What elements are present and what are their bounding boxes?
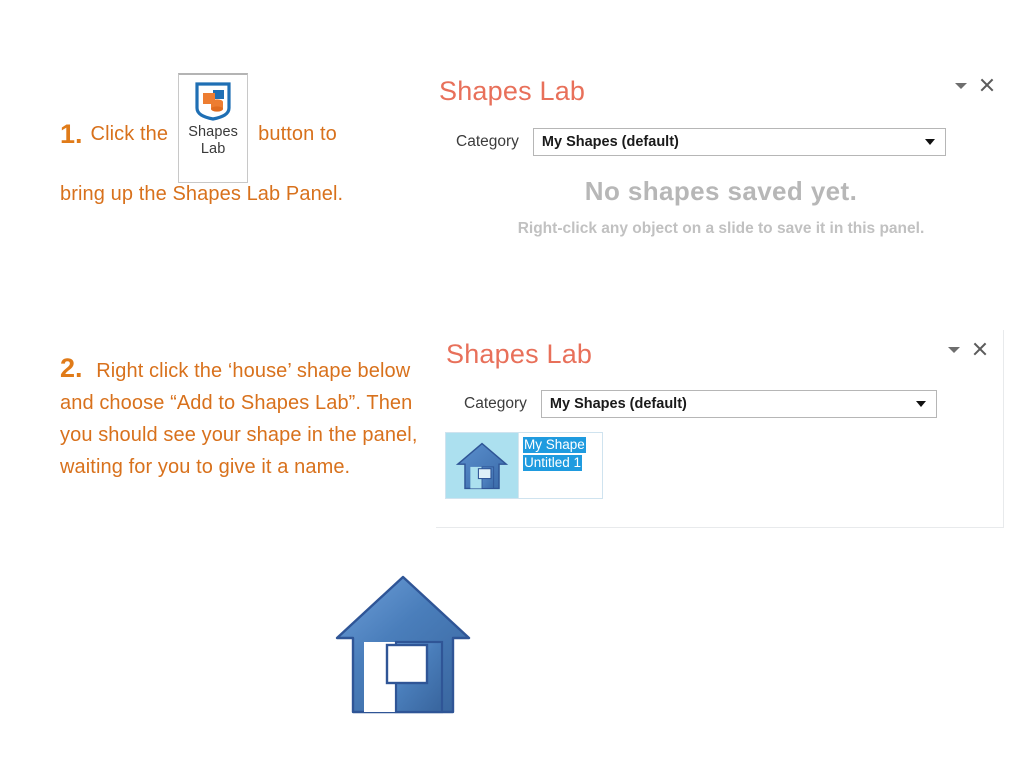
shapes-lab-button-label-line1: Shapes [188,124,239,140]
step-1-text-after: button to [258,123,337,145]
shapes-lab-panel-empty: Shapes Lab Category My Shapes (default) … [436,66,1006,256]
category-label: Category [464,395,527,412]
shapes-lab-panel-filled: Shapes Lab Category My Shapes (default) [436,330,1004,528]
step-2-text: Right click the ‘house’ shape below and … [60,360,418,478]
step-1-instruction: 1. Click the Shapes Lab button to bring … [60,73,450,210]
category-row: Category My Shapes (default) [456,128,946,156]
close-icon[interactable] [972,342,987,357]
category-dropdown[interactable]: My Shapes (default) [540,390,937,418]
panel-controls [955,78,994,93]
step-2-number: 2. [60,353,83,383]
category-dropdown-value: My Shapes (default) [549,396,687,412]
shape-name-line2: Untitled 1 [523,455,583,471]
panel-title: Shapes Lab [439,76,586,106]
category-dropdown-value: My Shapes (default) [541,134,679,150]
house-shape[interactable] [333,572,473,717]
empty-state-subtitle: Right-click any object on a slide to sav… [517,220,925,237]
shape-name-input[interactable]: My Shape Untitled 1 [518,433,602,498]
shape-name-line1: My Shape [523,437,586,453]
chevron-down-icon[interactable] [948,346,960,353]
category-label: Category [456,133,519,150]
panel-controls [948,342,987,357]
step-1-text-line2: bring up the Shapes Lab Panel. [60,183,344,205]
shapes-lab-ribbon-button[interactable]: Shapes Lab [178,73,249,183]
step-1-text-before: Click the [90,123,169,145]
panel-title: Shapes Lab [446,339,593,369]
chevron-down-icon[interactable] [955,82,967,89]
step-1-number: 1. [60,119,83,149]
chevron-down-icon [924,139,935,145]
empty-state-title: No shapes saved yet. [584,176,858,206]
shapes-lab-button-label-line2: Lab [200,141,226,157]
chevron-down-icon [915,401,926,407]
shapes-lab-icon [193,81,233,121]
category-dropdown[interactable]: My Shapes (default) [532,128,946,156]
category-row: Category My Shapes (default) [464,390,937,418]
house-shape-thumbnail [446,433,518,498]
close-icon[interactable] [979,78,994,93]
saved-shape-item[interactable]: My Shape Untitled 1 [445,432,603,499]
step-2-instruction: 2. Right click the ‘house’ shape below a… [60,352,430,483]
